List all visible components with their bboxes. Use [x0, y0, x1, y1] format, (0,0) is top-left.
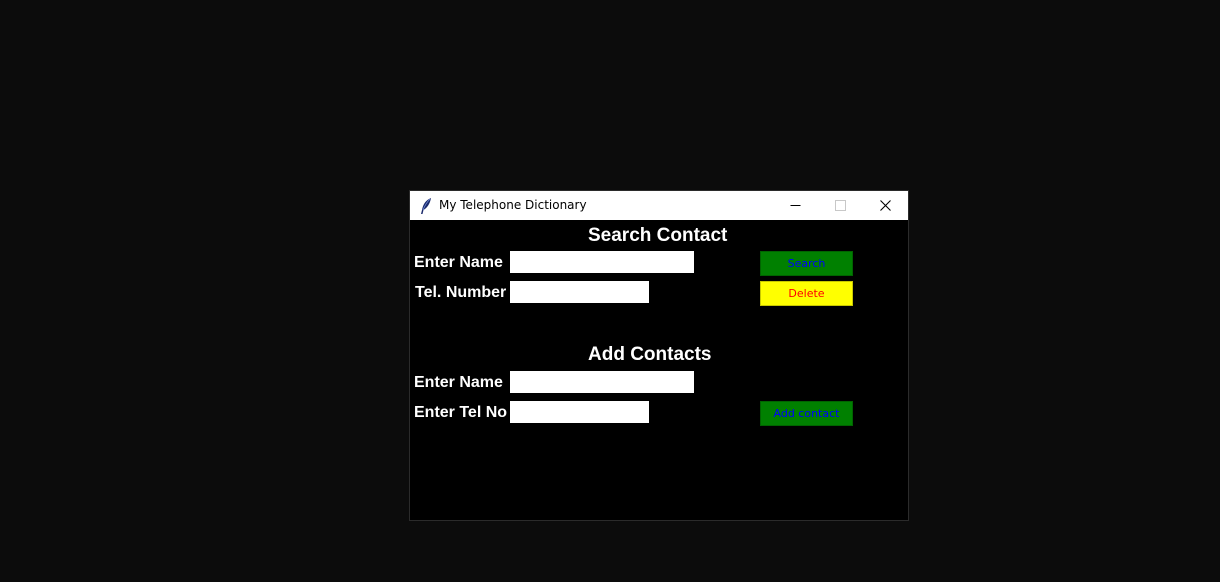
- add-contact-button[interactable]: Add contact: [760, 401, 853, 426]
- app-window: My Telephone Dictionary Search Contact E…: [409, 190, 909, 521]
- search-name-label: Enter Name: [414, 254, 503, 271]
- maximize-button: [818, 191, 863, 220]
- search-button[interactable]: Search: [760, 251, 853, 276]
- minimize-icon: [790, 200, 801, 211]
- close-button[interactable]: [863, 191, 908, 220]
- add-name-field[interactable]: [510, 371, 694, 393]
- add-tel-field[interactable]: [510, 401, 649, 423]
- delete-button[interactable]: Delete: [760, 281, 853, 306]
- title-bar[interactable]: My Telephone Dictionary: [410, 191, 908, 220]
- close-icon: [880, 200, 891, 211]
- window-title: My Telephone Dictionary: [439, 198, 587, 212]
- search-contact-heading: Search Contact: [588, 225, 728, 246]
- window-content: Search Contact Enter Name Search Tel. Nu…: [410, 220, 908, 520]
- tel-number-label: Tel. Number: [415, 284, 507, 301]
- add-tel-label: Enter Tel No: [414, 404, 508, 421]
- search-name-field[interactable]: [510, 251, 694, 273]
- minimize-button[interactable]: [773, 191, 818, 220]
- feather-icon: [418, 197, 434, 215]
- add-contacts-heading: Add Contacts: [588, 344, 712, 365]
- tel-number-field[interactable]: [510, 281, 649, 303]
- maximize-icon: [835, 200, 846, 211]
- add-name-label: Enter Name: [414, 374, 503, 391]
